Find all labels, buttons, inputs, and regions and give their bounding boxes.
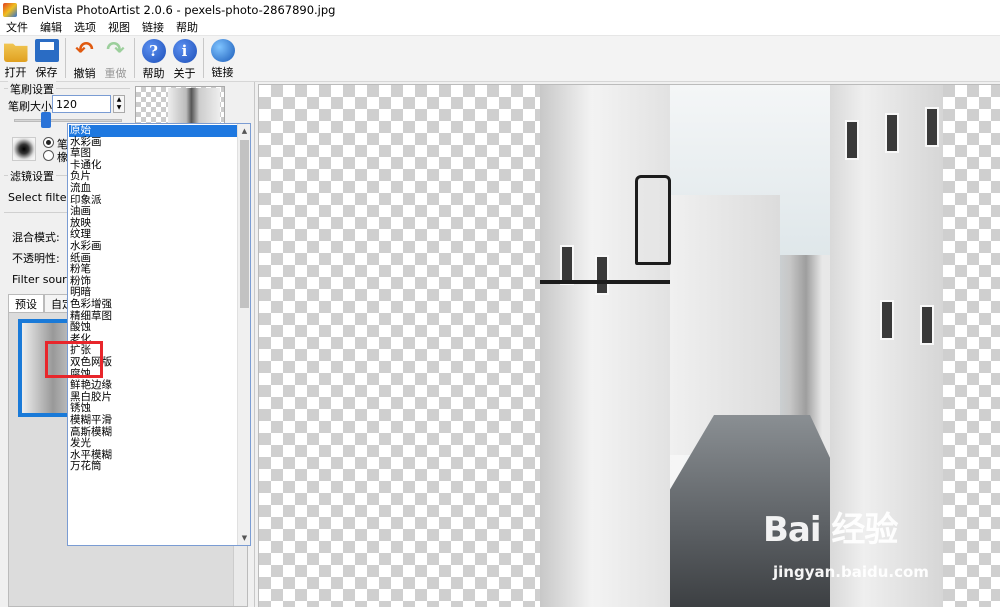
filter-option[interactable]: 酸蚀: [69, 322, 238, 334]
scroll-up-arrow-icon[interactable]: ▲: [238, 125, 250, 137]
brush-size-slider[interactable]: [14, 119, 122, 122]
undo-arrow-icon: ↶: [75, 38, 94, 63]
info-icon: i: [172, 39, 197, 63]
blend-mode-label: 混合模式:: [12, 231, 60, 244]
filter-option[interactable]: 印象派: [69, 194, 238, 207]
redo-button[interactable]: ↷ 重做: [100, 36, 131, 81]
highlight-annotation: [45, 341, 103, 378]
photo-window: [595, 255, 609, 295]
photo-window: [920, 305, 934, 345]
open-button[interactable]: 打开: [0, 36, 31, 80]
undo-label: 撤销: [73, 67, 96, 80]
toolbar-separator: [203, 38, 204, 78]
about-label: 关于: [173, 67, 196, 80]
filter-option[interactable]: 色彩增强: [69, 298, 238, 311]
brush-size-input[interactable]: [52, 95, 111, 113]
filter-option[interactable]: 模糊平滑: [69, 414, 238, 427]
filter-option[interactable]: 负片: [69, 171, 238, 183]
menu-options[interactable]: 选项: [68, 19, 102, 35]
filter-option[interactable]: 放映: [69, 217, 238, 230]
toolbar-separator: [65, 38, 66, 78]
baidu-watermark: Bai 经验: [763, 502, 898, 551]
photo-street-lamp: [635, 175, 671, 265]
app-logo-icon: [3, 2, 17, 17]
save-label: 保存: [35, 66, 58, 79]
undo-button[interactable]: ↶ 撤销: [69, 36, 100, 81]
filter-option[interactable]: 水彩画: [69, 136, 238, 149]
about-button[interactable]: i 关于: [169, 36, 200, 80]
menu-edit[interactable]: 编辑: [34, 19, 68, 35]
filter-option[interactable]: 油画: [69, 206, 238, 218]
photo-window: [845, 120, 859, 160]
menu-link[interactable]: 链接: [136, 19, 170, 35]
filter-list-scrollbar[interactable]: ▲ ▼: [237, 124, 250, 545]
brush-size-slider-handle[interactable]: [41, 112, 52, 128]
brush-size-spinner[interactable]: ▲ ▼: [113, 95, 125, 113]
watermark-brand: Bai 经验: [763, 510, 898, 550]
menu-file[interactable]: 文件: [0, 19, 34, 35]
opacity-label: 不透明性:: [12, 252, 60, 265]
filter-option[interactable]: 黑白胶片: [69, 391, 238, 404]
watermark-url: jingyan.baidu.com: [773, 563, 929, 581]
photo-lamp-arm: [540, 280, 670, 284]
select-filter-label: Select filter:: [8, 191, 75, 204]
filter-option[interactable]: 万花筒: [69, 461, 238, 473]
title-bar: BenVista PhotoArtist 2.0.6 - pexels-phot…: [0, 0, 1000, 19]
help-button[interactable]: ? 帮助: [138, 36, 169, 80]
filter-option[interactable]: 高斯模糊: [69, 426, 238, 439]
open-label: 打开: [4, 66, 27, 79]
folder-open-icon: [3, 43, 28, 62]
filter-option[interactable]: 粉饰: [69, 275, 238, 288]
scroll-down-arrow-icon[interactable]: ▼: [238, 532, 250, 544]
help-question-icon: ?: [141, 39, 166, 63]
filter-option[interactable]: 流血: [69, 182, 238, 195]
brush-preview: [12, 137, 36, 161]
window-title: BenVista PhotoArtist 2.0.6 - pexels-phot…: [22, 2, 336, 17]
filter-settings-title: 滤镜设置: [8, 168, 56, 184]
menu-view[interactable]: 视图: [102, 19, 136, 35]
menu-bar: 文件 编辑 选项 视图 链接 帮助: [0, 19, 1000, 36]
photo-window: [925, 107, 939, 147]
photo-window: [560, 245, 574, 285]
scrollbar-thumb[interactable]: [240, 140, 249, 308]
link-label: 链接: [211, 66, 234, 79]
filter-option[interactable]: 原始: [69, 124, 238, 137]
tab-presets[interactable]: 预设: [8, 294, 44, 312]
toolbar: 打开 保存 ↶ 撤销 ↷ 重做 ? 帮助 i 关于 链接: [0, 36, 1000, 82]
redo-label: 重做: [104, 67, 127, 80]
toolbar-separator: [134, 38, 135, 78]
brush-settings-title: 笔刷设置: [8, 81, 56, 97]
redo-arrow-icon: ↷: [106, 38, 125, 63]
save-button[interactable]: 保存: [31, 36, 62, 80]
filter-option[interactable]: 卡通化: [69, 159, 238, 172]
filter-option[interactable]: 精细草图: [69, 310, 238, 323]
eraser-mode-radio[interactable]: [43, 150, 54, 161]
menu-help[interactable]: 帮助: [170, 19, 204, 35]
photo-window: [880, 300, 894, 340]
photo-window: [885, 113, 899, 153]
filter-option[interactable]: 水彩画: [69, 240, 238, 253]
filter-option[interactable]: 纸画: [69, 252, 238, 265]
brush-mode-radio[interactable]: [43, 137, 54, 148]
photo-left-building: [540, 85, 670, 607]
link-button[interactable]: 链接: [207, 36, 238, 80]
filter-dropdown-list: 原始 水彩画 草图 卡通化 负片 流血 印象派 油画 放映 纹理 水彩画 纸画 粉笔 粉饰 明暗 色彩增强 精细…: [67, 123, 251, 546]
filter-option[interactable]: 粉笔: [69, 264, 238, 276]
floppy-disk-icon: [34, 39, 59, 62]
globe-icon: [210, 39, 235, 62]
help-label: 帮助: [142, 67, 165, 80]
